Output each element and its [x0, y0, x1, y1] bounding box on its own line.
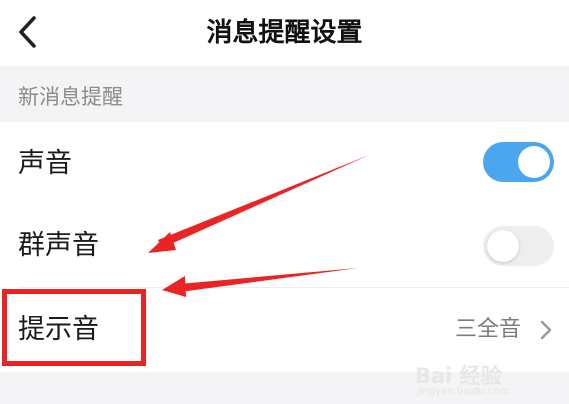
section-header: 新消息提醒	[0, 66, 569, 122]
group-sound-label: 群声音	[18, 230, 99, 261]
watermark-url: jingyan.baidu.com	[417, 386, 510, 397]
toggle-knob	[518, 146, 550, 178]
section-label: 新消息提醒	[18, 85, 123, 109]
top-bar: 消息提醒设置	[0, 0, 569, 66]
highlight-box	[2, 289, 146, 366]
page-title: 消息提醒设置	[206, 18, 363, 48]
chevron-right-icon[interactable]	[539, 319, 553, 341]
sound-toggle[interactable]	[483, 142, 554, 182]
sound-row[interactable]: 声音	[0, 122, 569, 206]
group-sound-toggle[interactable]	[483, 226, 554, 266]
sound-label: 声音	[18, 148, 72, 179]
watermark: Bai 经验 jingyan.baidu.com	[415, 360, 545, 402]
toggle-knob	[487, 230, 519, 262]
group-sound-row[interactable]: 群声音	[0, 204, 569, 288]
